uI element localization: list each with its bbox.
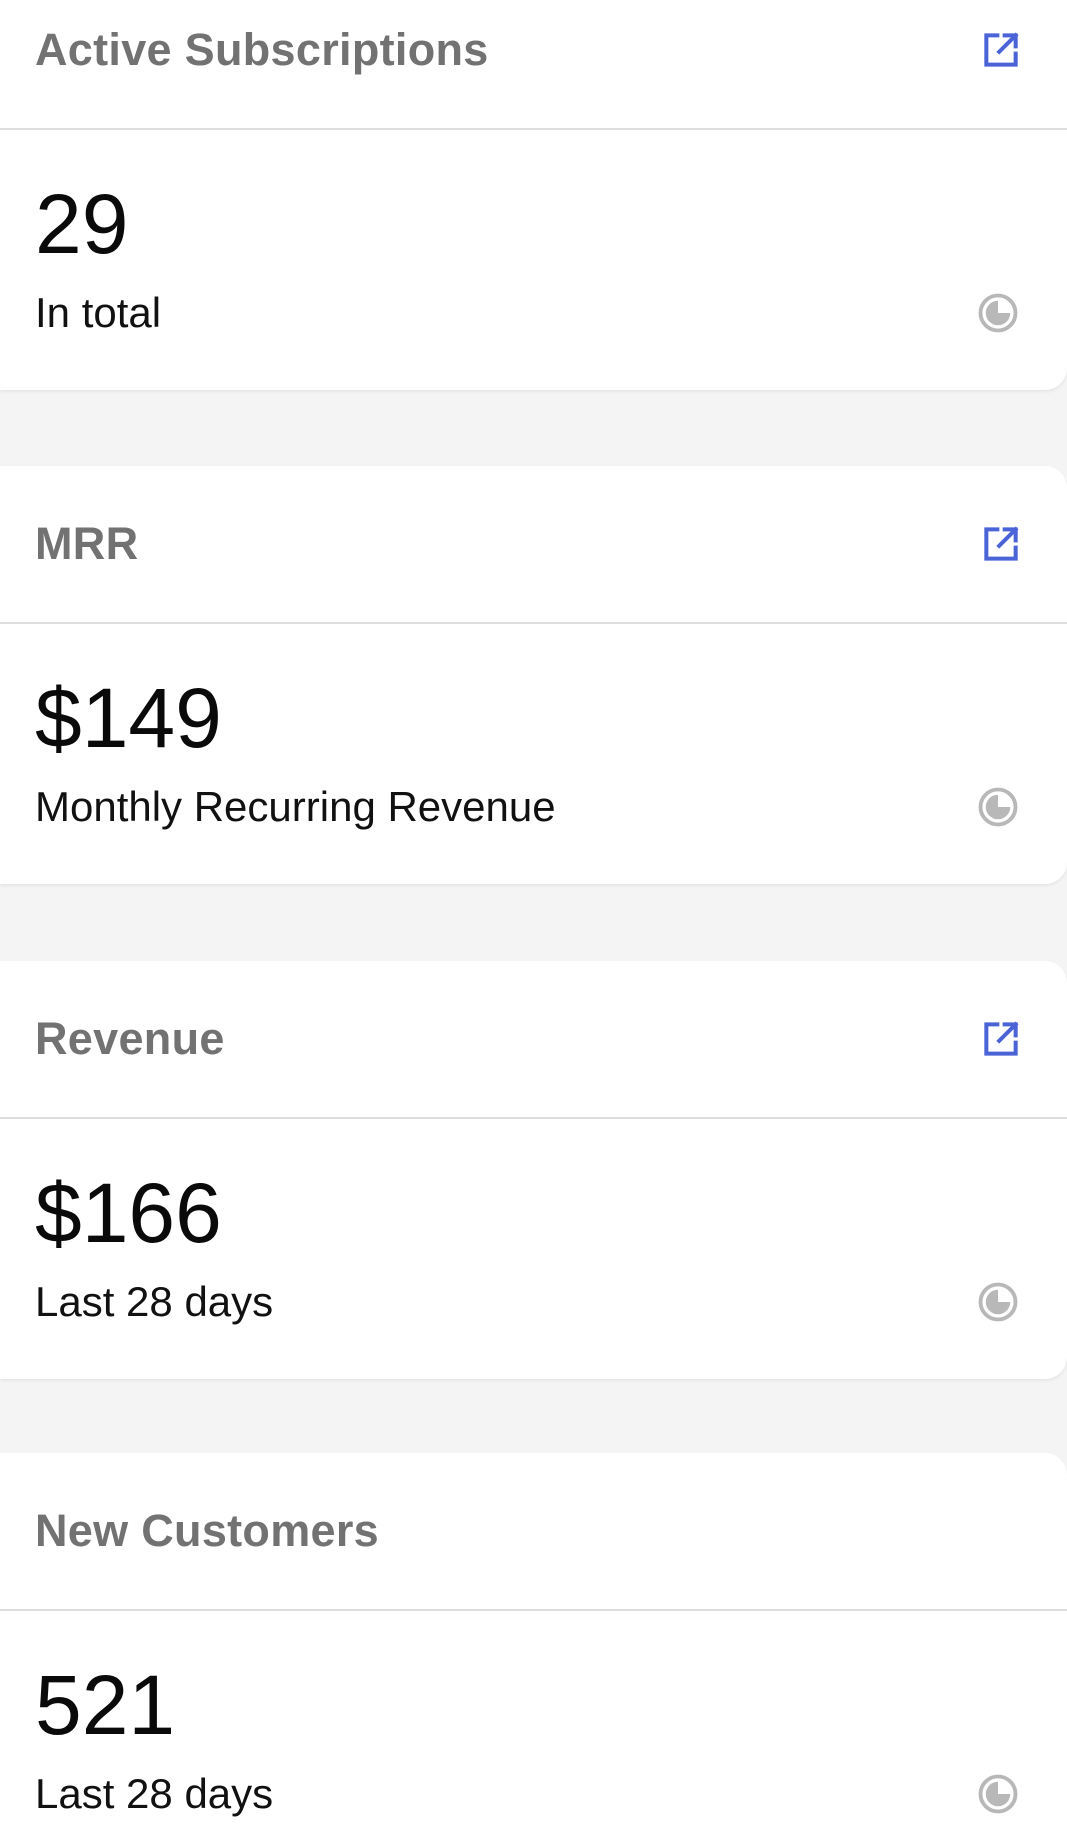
card-body: $149 Monthly Recurring Revenue — [0, 624, 1067, 884]
metric-card-revenue: Revenue $166 Last 28 days — [0, 961, 1067, 1379]
metric-caption: Last 28 days — [35, 1278, 274, 1325]
card-header: New Customers — [0, 1453, 1067, 1611]
metric-caption: In total — [35, 289, 162, 336]
external-link-icon[interactable] — [979, 28, 1023, 72]
metric-card-mrr: MRR $149 Monthly Recurring Revenue — [0, 466, 1067, 884]
clock-icon — [977, 1773, 1019, 1815]
metric-value: $166 — [35, 1166, 222, 1260]
metric-card-active-subscriptions: Active Subscriptions 29 In total — [0, 0, 1067, 390]
card-title: MRR — [35, 518, 139, 569]
card-title: New Customers — [35, 1505, 379, 1556]
card-body: 521 Last 28 days — [0, 1611, 1067, 1827]
external-link-icon[interactable] — [979, 1017, 1023, 1061]
card-title: Active Subscriptions — [35, 24, 489, 75]
external-link-icon[interactable] — [979, 522, 1023, 566]
card-header: Revenue — [0, 961, 1067, 1119]
card-body: 29 In total — [0, 130, 1067, 390]
metric-card-new-customers: New Customers 521 Last 28 days — [0, 1453, 1067, 1827]
card-body: $166 Last 28 days — [0, 1119, 1067, 1379]
metric-value: 29 — [35, 177, 129, 271]
metric-caption: Last 28 days — [35, 1770, 274, 1817]
clock-icon — [977, 786, 1019, 828]
metric-value: 521 — [35, 1658, 176, 1752]
metric-caption: Monthly Recurring Revenue — [35, 783, 556, 830]
card-header: Active Subscriptions — [0, 0, 1067, 130]
card-header: MRR — [0, 466, 1067, 624]
card-title: Revenue — [35, 1013, 225, 1064]
metric-value: $149 — [35, 671, 222, 765]
clock-icon — [977, 292, 1019, 334]
clock-icon — [977, 1281, 1019, 1323]
